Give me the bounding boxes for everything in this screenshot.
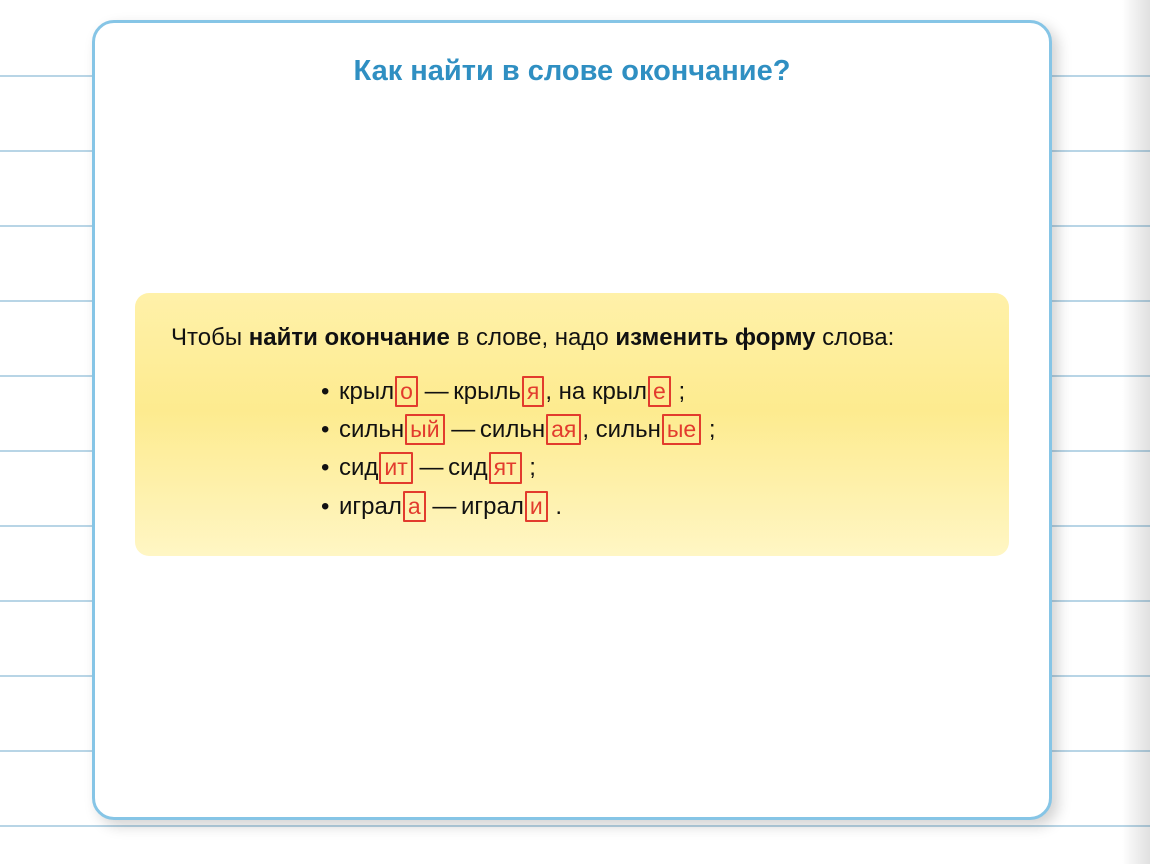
word-stem: сид: [448, 454, 487, 481]
ending-box: ят: [489, 452, 522, 483]
example-row: • крыло — крылья, на крыле ;: [321, 373, 973, 411]
rule-intro: Чтобы найти окончание в слове, надо изме…: [171, 321, 973, 355]
separator: —: [446, 416, 480, 443]
bullet-icon: •: [321, 373, 339, 411]
example-row: • сильный — сильная, сильные ;: [321, 411, 973, 449]
intro-bold-1: найти окончание: [249, 324, 450, 351]
intro-text: слова:: [816, 324, 895, 351]
word-stem: играл: [339, 493, 402, 520]
ending-box: и: [525, 491, 548, 522]
separator: —: [414, 454, 448, 481]
paper-rule: [0, 825, 1150, 827]
word-stem: крыл: [339, 378, 394, 405]
intro-text: в слове, надо: [450, 324, 616, 351]
separator: ;: [523, 454, 536, 481]
word-stem: сильн: [480, 416, 545, 443]
bullet-icon: •: [321, 449, 339, 487]
ending-box: ый: [405, 414, 444, 445]
separator: —: [419, 378, 453, 405]
ending-box: ые: [662, 414, 701, 445]
word-stem: сид: [339, 454, 378, 481]
word-stem: крыл: [592, 378, 647, 405]
separator: —: [427, 493, 461, 520]
ending-box: а: [403, 491, 426, 522]
word-stem: играл: [461, 493, 524, 520]
word-stem: крыль: [453, 378, 521, 405]
ending-box: я: [522, 376, 544, 407]
separator: ;: [702, 416, 715, 443]
separator: .: [549, 493, 562, 520]
ending-box: о: [395, 376, 418, 407]
bullet-icon: •: [321, 488, 339, 526]
ending-box: ит: [379, 452, 412, 483]
lesson-title: Как найти в слове окончание?: [135, 55, 1009, 88]
word-stem: сильн: [339, 416, 404, 443]
example-row: • сидит — сидят ;: [321, 449, 973, 487]
intro-text: Чтобы: [171, 324, 249, 351]
lesson-card: Как найти в слове окончание? Чтобы найти…: [92, 20, 1052, 820]
word-stem: сильн: [596, 416, 661, 443]
bullet-icon: •: [321, 411, 339, 449]
separator: ,: [582, 416, 595, 443]
separator: ;: [672, 378, 685, 405]
example-row: • играла — играли .: [321, 488, 973, 526]
intro-bold-2: изменить форму: [615, 324, 815, 351]
ending-box: ая: [546, 414, 581, 445]
separator: , на: [545, 378, 592, 405]
example-list: • крыло — крылья, на крыле ;• сильный — …: [321, 373, 973, 527]
ending-box: е: [648, 376, 671, 407]
page-edge-shadow: [1122, 0, 1150, 864]
rule-box: Чтобы найти окончание в слове, надо изме…: [135, 293, 1009, 556]
